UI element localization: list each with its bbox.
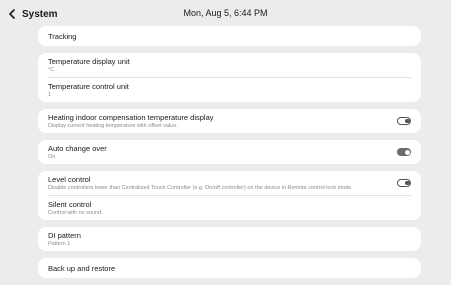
backup-card: Back up and restore [38,258,421,278]
temperature-display-unit-row[interactable]: Temperature display unit °C [38,53,421,77]
temperature-display-unit-value: °C [48,66,55,73]
auto-change-over-row[interactable]: Auto change over On [38,140,421,164]
level-control-row[interactable]: Level control Disable controllers lower … [38,171,421,195]
di-pattern-row[interactable]: DI pattern Pattern 1 [38,227,421,251]
di-pattern-value: Pattern 1 [48,240,71,247]
auto-change-over-card: Auto change over On [38,140,421,164]
auto-change-over-value: On [48,153,56,160]
di-pattern-label: DI pattern [48,230,81,240]
level-control-label: Level control [48,174,91,184]
di-pattern-card: DI pattern Pattern 1 [38,227,421,251]
level-silent-card: Level control Disable controllers lower … [38,171,421,220]
heating-compensation-row[interactable]: Heating indoor compensation temperature … [38,109,421,133]
temperature-card: Temperature display unit °C Temperature … [38,53,421,102]
backup-restore-row[interactable]: Back up and restore [38,258,421,278]
auto-change-over-toggle[interactable] [397,148,411,156]
tracking-label: Tracking [48,31,77,41]
toggle-knob [404,118,410,124]
toggle-knob [404,180,410,186]
heating-compensation-card: Heating indoor compensation temperature … [38,109,421,133]
tracking-row[interactable]: Tracking [38,26,421,46]
silent-control-row[interactable]: Silent control Control with no sound. [38,196,421,220]
tracking-card: Tracking [38,26,421,46]
temperature-display-unit-label: Temperature display unit [48,56,130,66]
heating-compensation-label: Heating indoor compensation temperature … [48,112,214,122]
heating-compensation-toggle[interactable] [397,117,411,125]
auto-change-over-label: Auto change over [48,143,107,153]
silent-control-description: Control with no sound. [48,209,103,216]
level-control-toggle[interactable] [397,179,411,187]
heating-compensation-description: Display current heating temperature with… [48,122,178,129]
silent-control-label: Silent control [48,199,92,209]
temperature-control-unit-row[interactable]: Temperature control unit 1 [38,78,421,102]
top-bar: System Mon, Aug 5, 6:44 PM [0,0,451,28]
temperature-control-unit-label: Temperature control unit [48,81,129,91]
datetime-display: Mon, Aug 5, 6:44 PM [183,8,268,18]
settings-list: Tracking Temperature display unit °C Tem… [38,26,421,285]
backup-restore-label: Back up and restore [48,263,116,273]
toggle-knob [404,149,410,155]
level-control-description: Disable controllers lower than Centraliz… [48,184,353,191]
temperature-control-unit-value: 1 [48,91,52,98]
